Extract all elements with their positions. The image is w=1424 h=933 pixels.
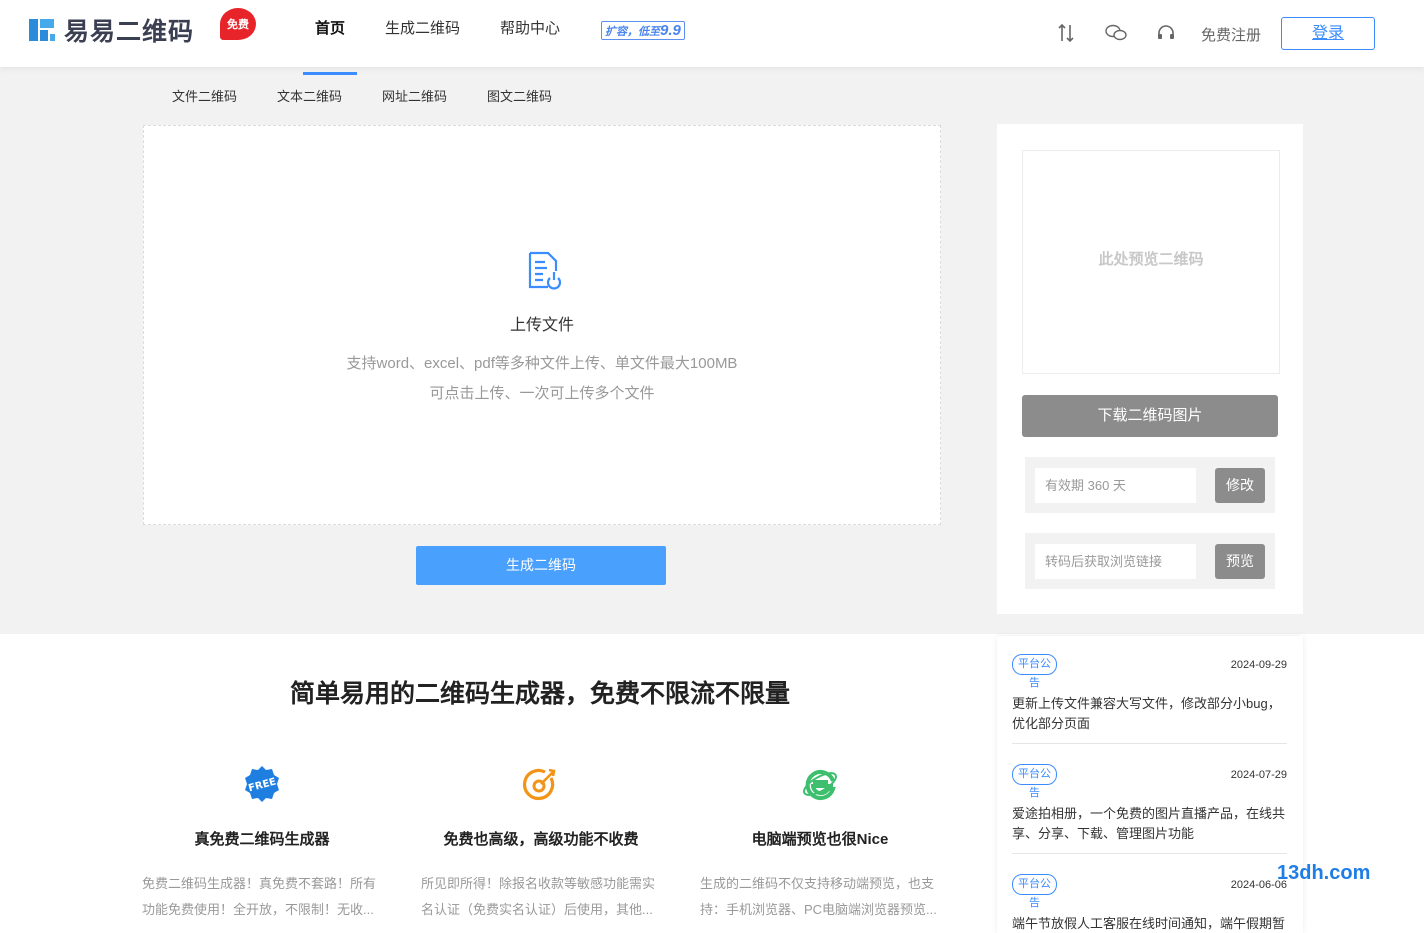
validity-field[interactable]: 有效期 360 天 <box>1035 468 1196 503</box>
tab-url-qrcode[interactable]: 网址二维码 <box>382 86 447 105</box>
link-field[interactable]: 转码后获取浏览链接 <box>1035 544 1196 579</box>
free-badge: 免费 <box>220 8 256 40</box>
announcement-text: 端午节放假人工客服在线时间通知，端午假期暂 <box>1012 916 1286 931</box>
preview-panel: 此处预览二维码 下载二维码图片 有效期 360 天 修改 转码后获取浏览链接 预… <box>997 124 1303 614</box>
generate-qrcode-button[interactable]: 生成二维码 <box>416 546 666 585</box>
free-badge-icon: FREE <box>242 764 282 804</box>
qrcode-preview-box: 此处预览二维码 <box>1022 150 1280 374</box>
preview-placeholder: 此处预览二维码 <box>1098 251 1204 268</box>
feature-card: 免费也高级，高级功能不收费 所见即所得！除报名收款等敏感功能需实名认证（免费实名… <box>421 764 661 923</box>
feature-desc: 免费二维码生成器！真免费不套路！所有功能免费使用！全开放，不限制！无收... <box>142 876 377 917</box>
preview-button[interactable]: 预览 <box>1215 544 1265 579</box>
target-icon <box>521 764 561 804</box>
feature-title: 免费也高级，高级功能不收费 <box>443 831 639 848</box>
feature-card: FREE 真免费二维码生成器 免费二维码生成器！真免费不套路！所有功能免费使用！… <box>142 764 382 923</box>
nav-home[interactable]: 首页 <box>302 0 358 75</box>
promo-text: 扩容，低至 <box>605 26 660 38</box>
divider <box>1012 853 1287 854</box>
nav-generate[interactable]: 生成二维码 <box>385 0 460 67</box>
upload-hint-multiple: 可点击上传、一次可上传多个文件 <box>429 385 655 402</box>
tab-text-qrcode[interactable]: 文本二维码 <box>277 86 342 105</box>
feature-desc: 生成的二维码不仅支持移动端预览，也支持：手机浏览器、PC电脑端浏览器预览... <box>700 876 937 917</box>
announcement-text: 更新上传文件兼容大写文件，修改部分小bug，优化部分页面 <box>1012 696 1281 731</box>
slogan-heading: 简单易用的二维码生成器，免费不限流不限量 <box>289 680 790 708</box>
tab-file-qrcode[interactable]: 文件二维码 <box>172 86 237 105</box>
feature-title: 真免费二维码生成器 <box>194 831 330 848</box>
subtab-bar: 文件二维码 文本二维码 网址二维码 图文二维码 <box>172 86 592 105</box>
announcement-date: 2024-09-29 <box>1230 659 1287 671</box>
main-nav: 首页 生成二维码 帮助中心 <box>302 0 600 75</box>
feature-desc: 所见即所得！除报名收款等敏感功能需实名认证（免费实名认证）后使用，其他... <box>421 876 656 917</box>
promo-banner[interactable]: 扩容，低至9.9 <box>601 21 685 40</box>
announcement-tag: 平台公告 <box>1012 654 1057 689</box>
ie-browser-icon <box>800 764 840 804</box>
modify-button[interactable]: 修改 <box>1215 468 1265 503</box>
announcement-tag: 平台公告 <box>1012 764 1057 799</box>
headset-icon[interactable] <box>1155 22 1177 44</box>
divider <box>1012 743 1287 744</box>
site-watermark: 13dh.com <box>1277 862 1371 884</box>
upload-dropzone[interactable]: 上传文件 支持word、excel、pdf等多种文件上传、单文件最大100MB … <box>143 125 941 525</box>
nav-help[interactable]: 帮助中心 <box>500 0 560 67</box>
link-row: 转码后获取浏览链接 预览 <box>1025 533 1275 589</box>
download-qrcode-button[interactable]: 下载二维码图片 <box>1022 395 1278 437</box>
file-upload-icon <box>524 250 564 290</box>
feature-title: 电脑端预览也很Nice <box>751 831 889 848</box>
upload-hint-formats: 支持word、excel、pdf等多种文件上传、单文件最大100MB <box>346 355 738 372</box>
promo-price: 9.9 <box>660 22 681 39</box>
wechat-icon[interactable] <box>1105 22 1127 44</box>
announcement-text: 爱途拍相册，一个免费的图片直播产品，在线共享、分享、下载、管理图片功能 <box>1012 806 1286 841</box>
validity-row: 有效期 360 天 修改 <box>1025 457 1275 513</box>
announcement-panel: 平台公告 2024-09-29 更新上传文件兼容大写文件，修改部分小bug，优化… <box>997 636 1303 933</box>
tab-image-text-qrcode[interactable]: 图文二维码 <box>487 86 552 105</box>
sort-icon[interactable] <box>1055 22 1077 44</box>
feature-card: 电脑端预览也很Nice 生成的二维码不仅支持移动端预览，也支持：手机浏览器、PC… <box>700 764 940 923</box>
register-link[interactable]: 免费注册 <box>1201 24 1261 45</box>
logo-text: 易易二维码 <box>64 18 195 46</box>
login-button[interactable]: 登录 <box>1281 17 1375 50</box>
announcement-tag: 平台公告 <box>1012 874 1057 909</box>
site-logo[interactable]: 易易二维码 免费 <box>28 8 256 48</box>
announcement-date: 2024-07-29 <box>1230 769 1287 781</box>
logo-mark-icon <box>28 16 56 44</box>
upload-title: 上传文件 <box>509 317 574 334</box>
top-header: 易易二维码 免费 首页 生成二维码 帮助中心 扩容，低至9.9 免费注册 登录 <box>0 0 1424 75</box>
